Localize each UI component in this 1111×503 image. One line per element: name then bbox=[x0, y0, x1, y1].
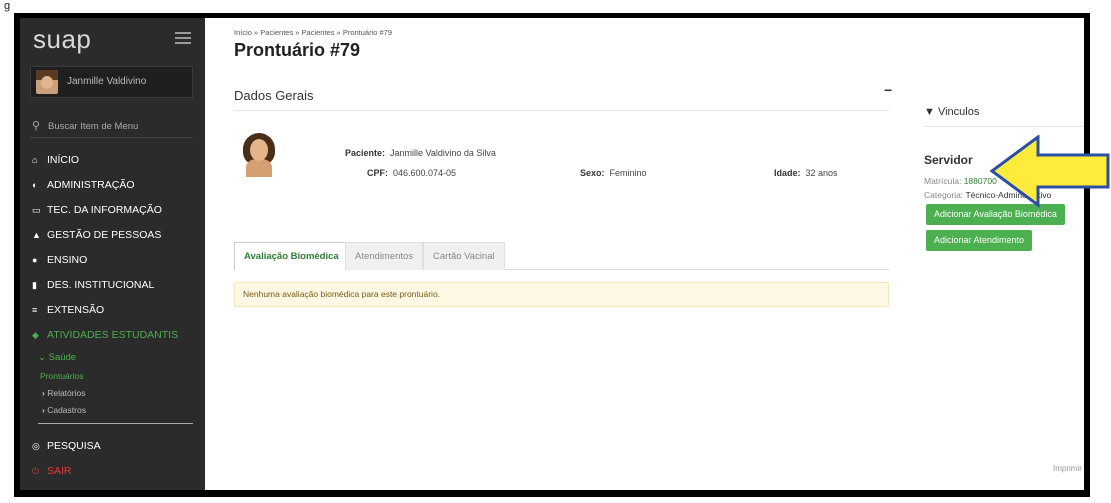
vinculos-toggle[interactable]: ▼ Vinculos bbox=[924, 106, 979, 118]
sidebar-item-label: TEC. DA INFORMAÇÃO bbox=[47, 204, 162, 216]
patient-photo bbox=[240, 131, 278, 177]
sidebar-item-pesquisa[interactable]: ◎ PESQUISA bbox=[20, 434, 205, 459]
tab-atendimentos[interactable]: Atendimentos bbox=[345, 242, 424, 270]
sidebar-divider bbox=[38, 423, 193, 424]
sidebar-item-des-institucional[interactable]: ▮ DES. INSTITUCIONAL bbox=[20, 273, 205, 298]
sidebar-item-administracao[interactable]: ◐ ADMINISTRAÇÃO bbox=[20, 173, 205, 198]
tab-cartao-vacinal[interactable]: Cartão Vacinal bbox=[423, 242, 505, 270]
cpf-label: CPF: bbox=[367, 168, 388, 178]
sidebar-item-label: DES. INSTITUCIONAL bbox=[47, 279, 155, 291]
sidebar-item-sair[interactable]: ⏻ SAIR bbox=[20, 459, 205, 484]
ensino-icon: ● bbox=[32, 255, 38, 265]
breadcrumb[interactable]: Início » Pacientes » Pacientes » Prontuá… bbox=[234, 28, 392, 37]
sidebar-subitem-saude[interactable]: ⌄ Saúde bbox=[20, 348, 205, 368]
annotation-arrow-icon bbox=[990, 135, 1110, 208]
sidebar-subitem-cadastros[interactable]: › Cadastros bbox=[20, 402, 205, 419]
sidebar-menu: ⌂ INÍCIO ◐ ADMINISTRAÇÃO ▭ TEC. DA INFORMAÇ… bbox=[20, 148, 205, 484]
sexo-value: Feminino bbox=[609, 168, 647, 178]
bar-chart-icon: ▮ bbox=[32, 280, 37, 290]
brand-logo[interactable]: suap bbox=[33, 24, 91, 55]
add-atendimento-button[interactable]: Adicionar Atendimento bbox=[926, 230, 1033, 251]
collapse-icon[interactable]: − bbox=[884, 82, 892, 98]
home-icon: ⌂ bbox=[32, 155, 38, 165]
admin-icon: ◐ bbox=[32, 180, 38, 190]
paciente-label: Paciente: bbox=[345, 148, 386, 158]
user-name: Janmille Valdivino bbox=[67, 76, 147, 87]
servidor-heading: Servidor bbox=[924, 153, 973, 167]
tab-bar: Avaliação Biomédica Atendimentos Cartão … bbox=[234, 242, 889, 271]
sidebar-item-label: ADMINISTRAÇÃO bbox=[47, 179, 135, 191]
sidebar-item-label: ENSINO bbox=[47, 254, 88, 266]
sidebar-subitem-relatorios[interactable]: › Relatórios bbox=[20, 385, 205, 402]
sidebar: suap Janmille Valdivino ⚲ Buscar Item de… bbox=[20, 18, 205, 490]
sidebar-subitem-prontuarios[interactable]: Prontuários bbox=[20, 368, 205, 385]
user-profile[interactable]: Janmille Valdivino bbox=[30, 66, 193, 98]
empty-alert: Nenhuma avaliação biomédica para este pr… bbox=[234, 282, 889, 307]
cpf-row: CPF: 046.600.074-05 bbox=[367, 168, 456, 178]
matricula-row: Matrícula: 1880700 bbox=[924, 176, 997, 186]
main-content: Início » Pacientes » Pacientes » Prontuá… bbox=[205, 18, 1084, 490]
print-link[interactable]: Imprimir bbox=[1053, 464, 1082, 473]
categoria-label: Categoria: bbox=[924, 190, 964, 200]
sidebar-item-label: SAIR bbox=[47, 465, 72, 477]
sidebar-item-extensao[interactable]: ≡ EXTENSÃO bbox=[20, 298, 205, 323]
divider bbox=[234, 110, 889, 111]
sidebar-item-atividades-estudantis[interactable]: ◆ ATIVIDADES ESTUDANTIS bbox=[20, 323, 205, 348]
sidebar-item-label: GESTÃO DE PESSOAS bbox=[47, 229, 162, 241]
sidebar-subitem-label: Cadastros bbox=[47, 405, 86, 415]
sidebar-subitem-label: Relatórios bbox=[47, 388, 86, 398]
chevron-down-icon: ⌄ bbox=[38, 352, 49, 363]
patient-name-row: Paciente: Janmille Valdivino da Silva bbox=[345, 148, 496, 158]
sidebar-item-label: INÍCIO bbox=[47, 154, 80, 166]
person-icon: ▲ bbox=[32, 230, 41, 240]
idade-label: Idade: bbox=[774, 168, 801, 178]
search-icon: ⚲ bbox=[32, 120, 41, 132]
sexo-label: Sexo: bbox=[580, 168, 605, 178]
power-icon: ⏻ bbox=[32, 466, 40, 476]
idade-row: Idade: 32 anos bbox=[774, 168, 838, 178]
page-title: Prontuário #79 bbox=[234, 40, 361, 60]
section-title: Dados Gerais bbox=[234, 88, 314, 103]
research-icon: ◎ bbox=[32, 441, 40, 451]
extension-icon: ≡ bbox=[32, 305, 38, 315]
sidebar-item-label: ATIVIDADES ESTUDANTIS bbox=[47, 329, 179, 341]
sexo-row: Sexo: Feminino bbox=[580, 168, 647, 178]
divider bbox=[924, 126, 1084, 127]
idade-value: 32 anos bbox=[805, 168, 838, 178]
menu-search[interactable]: ⚲ Buscar Item de Menu bbox=[30, 118, 193, 138]
app-window: suap Janmille Valdivino ⚲ Buscar Item de… bbox=[20, 18, 1084, 490]
hamburger-menu-icon[interactable] bbox=[175, 32, 191, 44]
sidebar-item-tec-informacao[interactable]: ▭ TEC. DA INFORMAÇÃO bbox=[20, 198, 205, 223]
cpf-value: 046.600.074-05 bbox=[393, 168, 457, 178]
sidebar-item-label: PESQUISA bbox=[47, 440, 101, 452]
search-label: Buscar Item de Menu bbox=[48, 121, 139, 132]
matricula-label: Matrícula: bbox=[924, 176, 962, 186]
avatar bbox=[36, 70, 58, 94]
sidebar-subitem-label: Saúde bbox=[48, 352, 77, 363]
tab-avaliacao-biomedica[interactable]: Avaliação Biomédica bbox=[234, 242, 349, 271]
image-caption: g bbox=[4, 0, 11, 12]
sidebar-item-gestao-pessoas[interactable]: ▲ GESTÃO DE PESSOAS bbox=[20, 223, 205, 248]
graduation-cap-icon: ◆ bbox=[32, 330, 39, 340]
sidebar-item-inicio[interactable]: ⌂ INÍCIO bbox=[20, 148, 205, 173]
paciente-value: Janmille Valdivino da Silva bbox=[390, 148, 496, 158]
sidebar-item-ensino[interactable]: ● ENSINO bbox=[20, 248, 205, 273]
monitor-icon: ▭ bbox=[32, 205, 41, 215]
sidebar-item-label: EXTENSÃO bbox=[47, 304, 105, 316]
